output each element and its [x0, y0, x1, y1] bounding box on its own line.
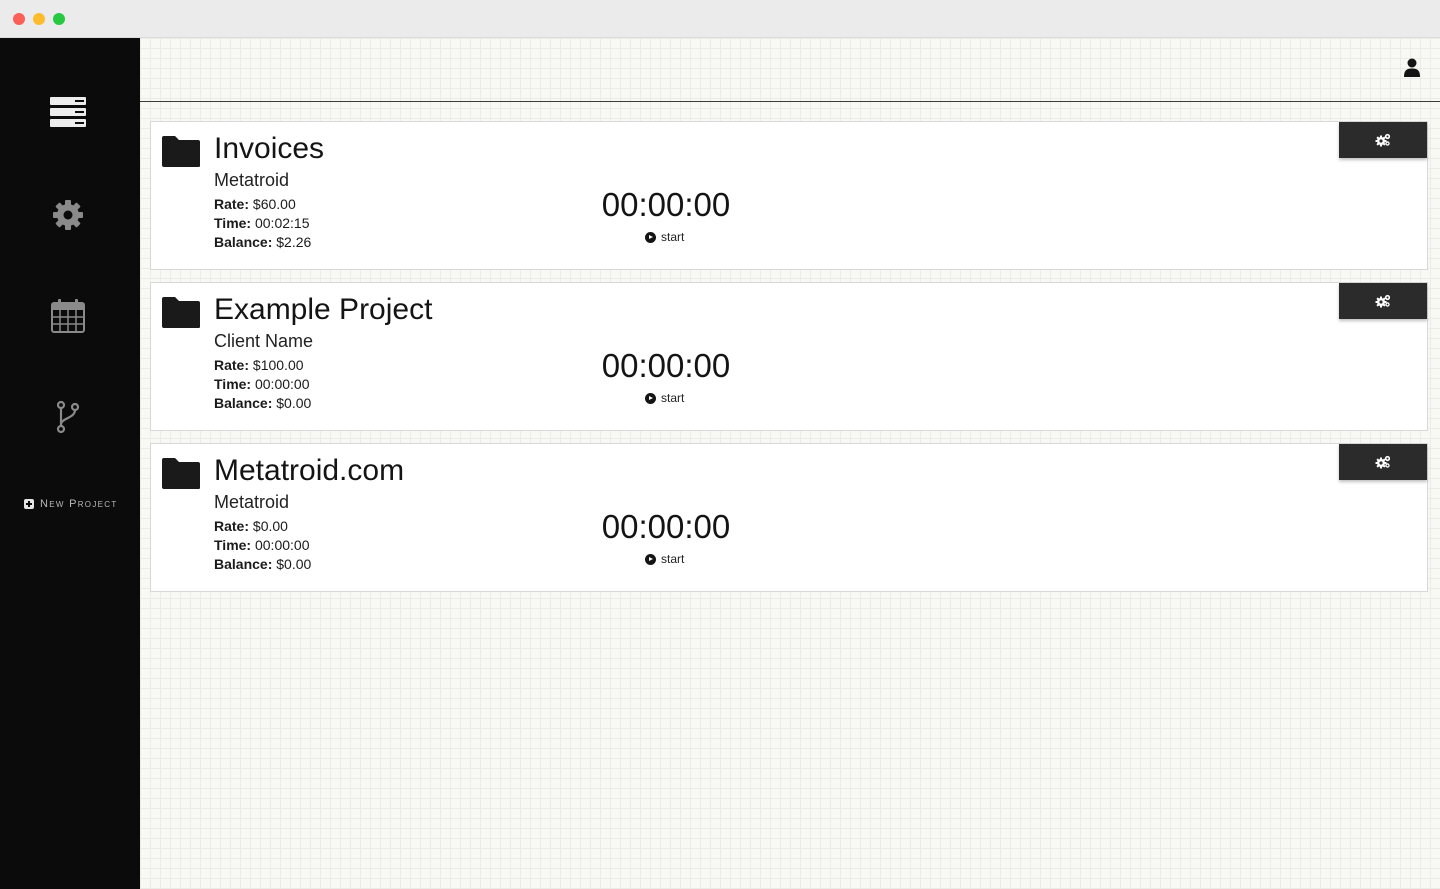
- user-icon[interactable]: [1404, 58, 1420, 78]
- project-time: Time: 00:00:00: [214, 376, 310, 392]
- start-label: start: [661, 552, 685, 566]
- project-timer: 00:00:00: [601, 508, 731, 545]
- start-timer-button[interactable]: start: [645, 391, 684, 405]
- project-settings-button[interactable]: [1339, 283, 1427, 319]
- plus-icon: [24, 499, 34, 509]
- header-bar: [140, 38, 1440, 102]
- project-settings-button[interactable]: [1339, 122, 1427, 158]
- project-rate: Rate: $0.00: [214, 518, 288, 534]
- nav-projects[interactable]: [46, 90, 90, 134]
- project-settings-button[interactable]: [1339, 444, 1427, 480]
- project-title: Invoices: [214, 132, 325, 165]
- window-close-button[interactable]: [13, 13, 25, 25]
- folder-icon: [162, 297, 200, 328]
- nav-settings[interactable]: [46, 193, 90, 237]
- window-minimize-button[interactable]: [33, 13, 45, 25]
- calendar-icon: [51, 299, 85, 333]
- project-rate: Rate: $60.00: [214, 196, 296, 212]
- nav-calendar[interactable]: [46, 294, 90, 338]
- gear-icon: [53, 200, 83, 230]
- cogs-icon: [1375, 294, 1391, 308]
- stack-icon: [50, 97, 86, 127]
- play-icon: [645, 392, 656, 404]
- start-timer-button[interactable]: start: [645, 552, 684, 566]
- project-client: Client Name: [214, 331, 314, 351]
- cogs-icon: [1375, 133, 1391, 147]
- folder-icon: [162, 136, 200, 167]
- folder-icon: [162, 458, 200, 489]
- start-timer-button[interactable]: start: [645, 230, 684, 244]
- nav-branch[interactable]: [46, 395, 90, 439]
- start-label: start: [661, 391, 685, 405]
- project-balance: Balance: $0.00: [214, 556, 312, 572]
- project-time: Time: 00:02:15: [214, 215, 310, 231]
- project-title: Metatroid.com: [214, 454, 405, 487]
- window-maximize-button[interactable]: [53, 13, 65, 25]
- project-card: Metatroid.com Metatroid Rate: $0.00 Time…: [150, 443, 1428, 592]
- new-project-button[interactable]: New Project: [24, 498, 118, 510]
- project-title: Example Project: [214, 293, 433, 326]
- new-project-label: New Project: [40, 498, 118, 510]
- project-balance: Balance: $2.26: [214, 234, 312, 250]
- project-client: Metatroid: [214, 170, 290, 190]
- project-time: Time: 00:00:00: [214, 537, 310, 553]
- start-label: start: [661, 230, 685, 244]
- cogs-icon: [1375, 455, 1391, 469]
- play-icon: [645, 553, 656, 565]
- project-card: Example Project Client Name Rate: $100.0…: [150, 282, 1428, 431]
- main-content: Invoices Metatroid Rate: $60.00 Time: 00…: [140, 38, 1440, 889]
- project-timer: 00:00:00: [601, 347, 731, 384]
- project-client: Metatroid: [214, 492, 290, 512]
- play-icon: [645, 231, 656, 243]
- project-rate: Rate: $100.00: [214, 357, 304, 373]
- sidebar: New Project: [0, 38, 140, 889]
- project-card: Invoices Metatroid Rate: $60.00 Time: 00…: [150, 121, 1428, 270]
- project-timer: 00:00:00: [601, 186, 731, 223]
- project-balance: Balance: $0.00: [214, 395, 312, 411]
- window-titlebar: [0, 0, 1440, 38]
- branch-icon: [56, 400, 80, 434]
